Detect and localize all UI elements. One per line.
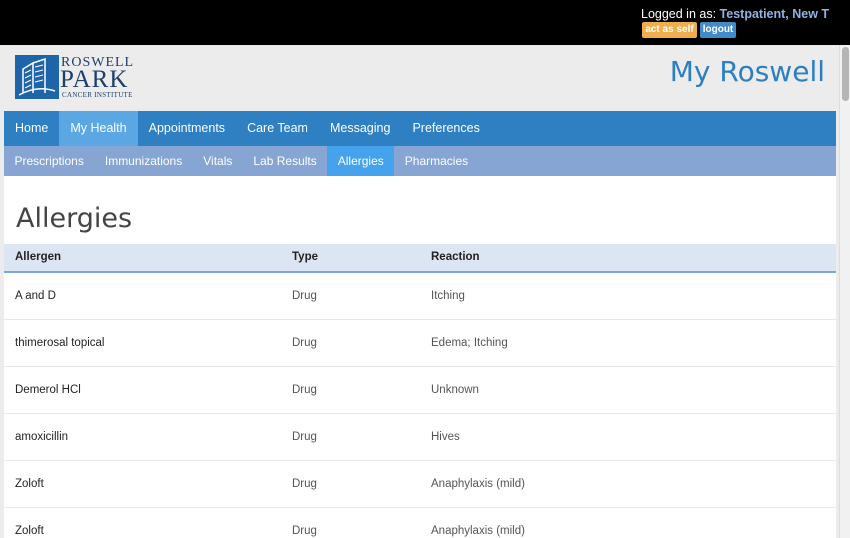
top-bar: Logged in as: Testpatient, New T act as … <box>0 0 850 45</box>
cell-allergen: Zoloft <box>15 478 44 490</box>
cell-type: Drug <box>292 431 317 443</box>
table-row: amoxicillin Drug Hives <box>4 414 836 461</box>
cell-reaction: Edema; Itching <box>431 337 508 349</box>
cell-type: Drug <box>292 384 317 396</box>
scrollbar-thumb[interactable] <box>842 47 849 101</box>
header-allergen: Allergen <box>15 251 62 263</box>
subnav-allergies[interactable]: Allergies <box>327 146 395 176</box>
header-type: Type <box>292 251 318 263</box>
subnav-pharmacies[interactable]: Pharmacies <box>394 146 478 176</box>
user-name-link[interactable]: Testpatient, New T <box>720 7 830 21</box>
table-row: A and D Drug Itching <box>4 273 836 320</box>
act-as-self-button[interactable]: act as self <box>642 22 697 38</box>
roswell-park-logo[interactable]: ROSWELL PARK CANCER INSTITUTE <box>15 55 141 99</box>
cell-allergen: amoxicillin <box>15 431 69 443</box>
cell-reaction: Anaphylaxis (mild) <box>431 525 525 537</box>
login-status: Logged in as: Testpatient, New T <box>641 7 829 21</box>
primary-nav: Home My Health Appointments Care Team Me… <box>4 111 836 146</box>
logo-text-park: PARK <box>60 66 129 93</box>
page-title: Allergies <box>16 203 133 234</box>
logo-text-cancer-institute: CANCER INSTITUTE <box>62 91 133 99</box>
site-title: My Roswell <box>669 55 825 88</box>
table-row: thimerosal topical Drug Edema; Itching <box>4 320 836 367</box>
table-row: Demerol HCl Drug Unknown <box>4 367 836 414</box>
nav-care-team[interactable]: Care Team <box>236 111 319 146</box>
logout-button[interactable]: logout <box>700 22 736 38</box>
nav-my-health[interactable]: My Health <box>59 111 138 146</box>
nav-messaging[interactable]: Messaging <box>319 111 401 146</box>
cell-reaction: Hives <box>431 431 460 443</box>
header-reaction: Reaction <box>431 251 480 263</box>
logged-in-label: Logged in as: <box>641 7 717 21</box>
subnav-immunizations[interactable]: Immunizations <box>94 146 192 176</box>
cell-reaction: Anaphylaxis (mild) <box>431 478 525 490</box>
page-scrollbar[interactable] <box>839 45 850 538</box>
allergies-table-header: Allergen Type Reaction <box>4 244 836 273</box>
subnav-lab-results[interactable]: Lab Results <box>243 146 327 176</box>
cell-allergen: A and D <box>15 290 56 302</box>
secondary-nav: Prescriptions Immunizations Vitals Lab R… <box>4 146 836 176</box>
cell-type: Drug <box>292 525 317 537</box>
nav-appointments[interactable]: Appointments <box>138 111 236 146</box>
cell-type: Drug <box>292 478 317 490</box>
table-row: Zoloft Drug Anaphylaxis (mild) <box>4 461 836 508</box>
cell-reaction: Unknown <box>431 384 479 396</box>
cell-reaction: Itching <box>431 290 465 302</box>
nav-home[interactable]: Home <box>4 111 59 146</box>
cell-type: Drug <box>292 290 317 302</box>
cell-allergen: thimerosal topical <box>15 337 105 349</box>
main-content: Allergies Allergen Type Reaction A and D… <box>4 176 836 538</box>
cell-type: Drug <box>292 337 317 349</box>
cell-allergen: Zoloft <box>15 525 44 537</box>
nav-preferences[interactable]: Preferences <box>401 111 490 146</box>
logo-building-icon <box>15 55 59 99</box>
subnav-vitals[interactable]: Vitals <box>193 146 243 176</box>
allergies-table-body: A and D Drug Itching thimerosal topical … <box>4 273 836 538</box>
table-row: Zoloft Drug Anaphylaxis (mild) <box>4 508 836 538</box>
subnav-prescriptions[interactable]: Prescriptions <box>4 146 94 176</box>
cell-allergen: Demerol HCl <box>15 384 81 396</box>
